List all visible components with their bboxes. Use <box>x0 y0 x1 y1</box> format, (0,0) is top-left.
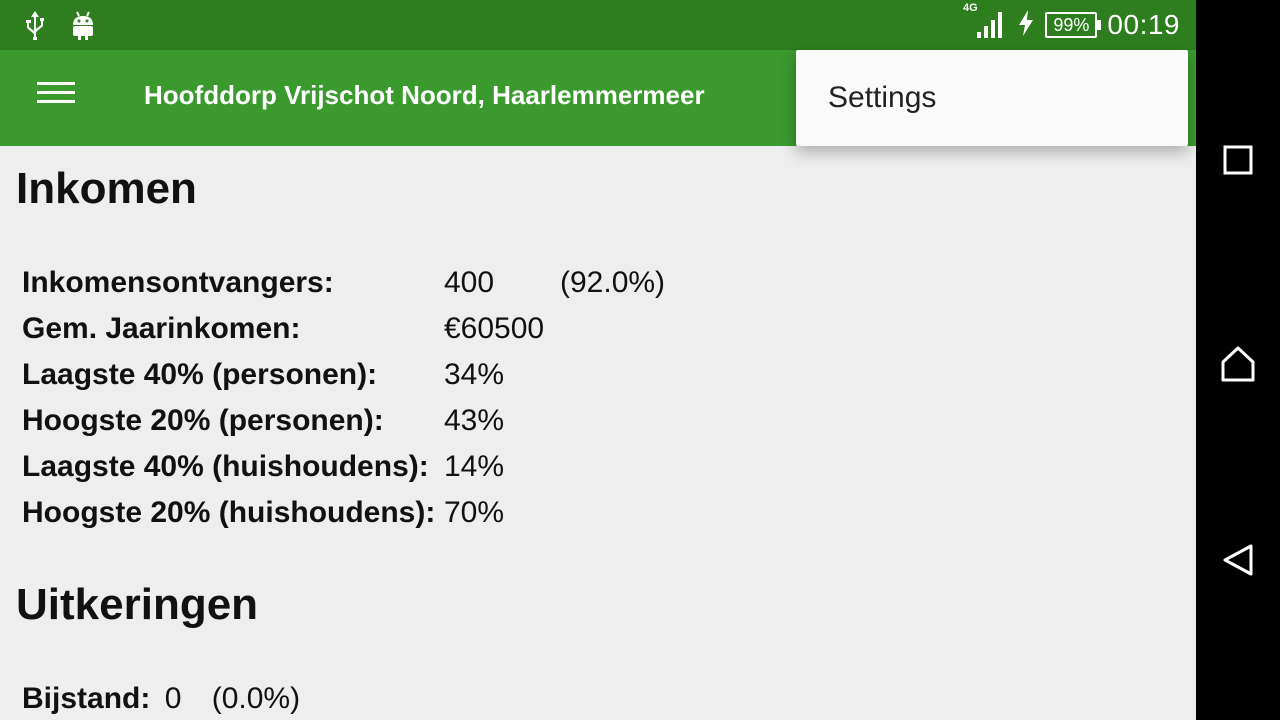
row-label: Bijstand: <box>22 682 151 715</box>
hamburger-menu-icon[interactable] <box>30 78 80 118</box>
usb-icon <box>22 9 48 46</box>
row-label: Laagste 40% (personen): <box>22 358 378 391</box>
row-value: 70% <box>444 496 505 529</box>
back-icon[interactable] <box>1196 510 1280 610</box>
signal-icon <box>975 8 1007 43</box>
battery-icon: 99% <box>1045 12 1102 38</box>
charging-icon <box>1017 9 1035 42</box>
section-heading-uitkeringen: Uitkeringen <box>16 580 259 629</box>
status-left-icons <box>22 9 96 46</box>
row-label: Inkomensontvangers: <box>22 266 334 299</box>
row-label: Hoogste 20% (personen): <box>22 404 384 437</box>
row-value: 43% <box>444 404 505 437</box>
app-title: Hoofddorp Vrijschot Noord, Haarlemmermee… <box>144 80 705 110</box>
row-value: €60500 <box>444 312 545 345</box>
home-icon[interactable] <box>1196 314 1280 414</box>
section-heading-inkomen: Inkomen <box>16 164 197 213</box>
row-value: 400 <box>444 266 495 299</box>
row-percent: (92.0%) <box>560 266 666 299</box>
status-right-icons: 99% 00:19 <box>975 0 1180 50</box>
status-bar: 4G 99% 00:19 <box>0 0 1196 50</box>
recents-icon[interactable] <box>1196 110 1280 210</box>
menu-item-settings[interactable]: Settings <box>796 50 1188 146</box>
overflow-menu: Settings <box>796 50 1188 146</box>
android-debug-icon <box>70 9 96 46</box>
row-value: 34% <box>444 358 505 391</box>
row-value: 14% <box>444 450 505 483</box>
battery-level: 99% <box>1053 14 1090 35</box>
main-content: Inkomen Inkomensontvangers: 400 (92.0%) … <box>0 146 1196 720</box>
row-percent: (0.0%) <box>211 682 301 715</box>
navigation-bar <box>1196 0 1280 720</box>
data-row: Bijstand: 0 (0.0%) <box>22 676 300 720</box>
clock: 00:19 <box>1107 9 1180 40</box>
row-label: Hoogste 20% (huishoudens): <box>22 496 436 529</box>
row-label: Laagste 40% (huishoudens): <box>22 450 429 483</box>
row-label: Gem. Jaarinkomen: <box>22 312 301 345</box>
row-value: 0 <box>164 682 182 715</box>
